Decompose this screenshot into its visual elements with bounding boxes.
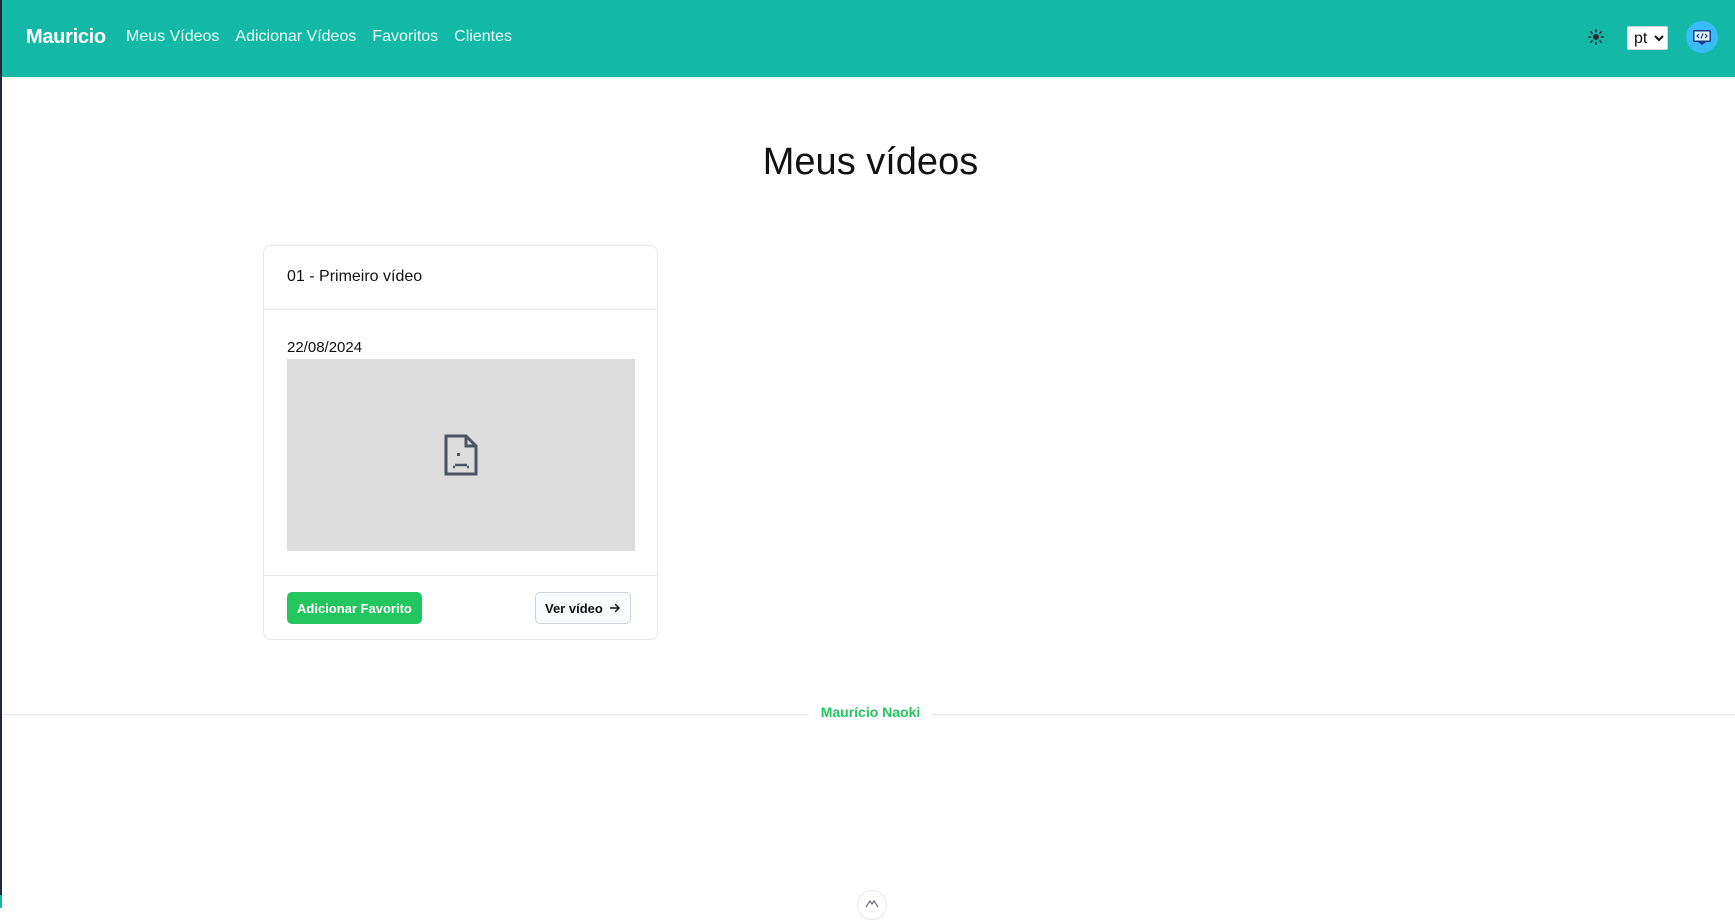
video-card-title: 01 - Primeiro vídeo [264, 246, 657, 310]
window-left-edge [0, 0, 2, 908]
footer-author: Maurício Naoki [0, 704, 1735, 722]
view-video-button[interactable]: Ver vídeo [535, 592, 631, 624]
window-left-edge-accent [0, 895, 2, 908]
add-favorite-button[interactable]: Adicionar Favorito [287, 592, 422, 624]
nav-link-meus-videos[interactable]: Meus Vídeos [126, 28, 219, 46]
nav-link-adicionar-videos[interactable]: Adicionar Vídeos [235, 28, 356, 46]
video-card-date: 22/08/2024 [287, 339, 363, 356]
nav-links: Meus Vídeos Adicionar Vídeos Favoritos C… [126, 28, 512, 46]
avatar[interactable] [1686, 21, 1718, 53]
view-video-label: Ver vídeo [545, 600, 603, 616]
nav-link-favoritos[interactable]: Favoritos [372, 28, 438, 46]
nav-link-clientes[interactable]: Clientes [454, 28, 512, 46]
video-card-footer: Adicionar Favorito Ver vídeo [264, 576, 657, 639]
chevron-up-icon [865, 899, 879, 908]
code-window-icon [1693, 30, 1711, 45]
scroll-top-button[interactable] [857, 890, 887, 920]
brand-logo[interactable]: Mauricio [26, 26, 106, 49]
top-navbar: Mauricio Meus Vídeos Adicionar Vídeos Fa… [2, 0, 1735, 77]
broken-document-icon [444, 434, 478, 476]
footer-author-name: Maurício Naoki [808, 704, 933, 720]
video-embed[interactable] [287, 359, 635, 551]
video-card: 01 - Primeiro vídeo 22/08/2024 Adicionar… [263, 245, 658, 640]
arrow-right-icon [609, 603, 620, 613]
language-select[interactable]: pt [1627, 26, 1668, 50]
video-card-body: 22/08/2024 [264, 310, 657, 576]
sun-icon [1588, 29, 1604, 45]
theme-toggle-button[interactable] [1586, 27, 1606, 47]
page-title: Meus vídeos [762, 141, 979, 183]
